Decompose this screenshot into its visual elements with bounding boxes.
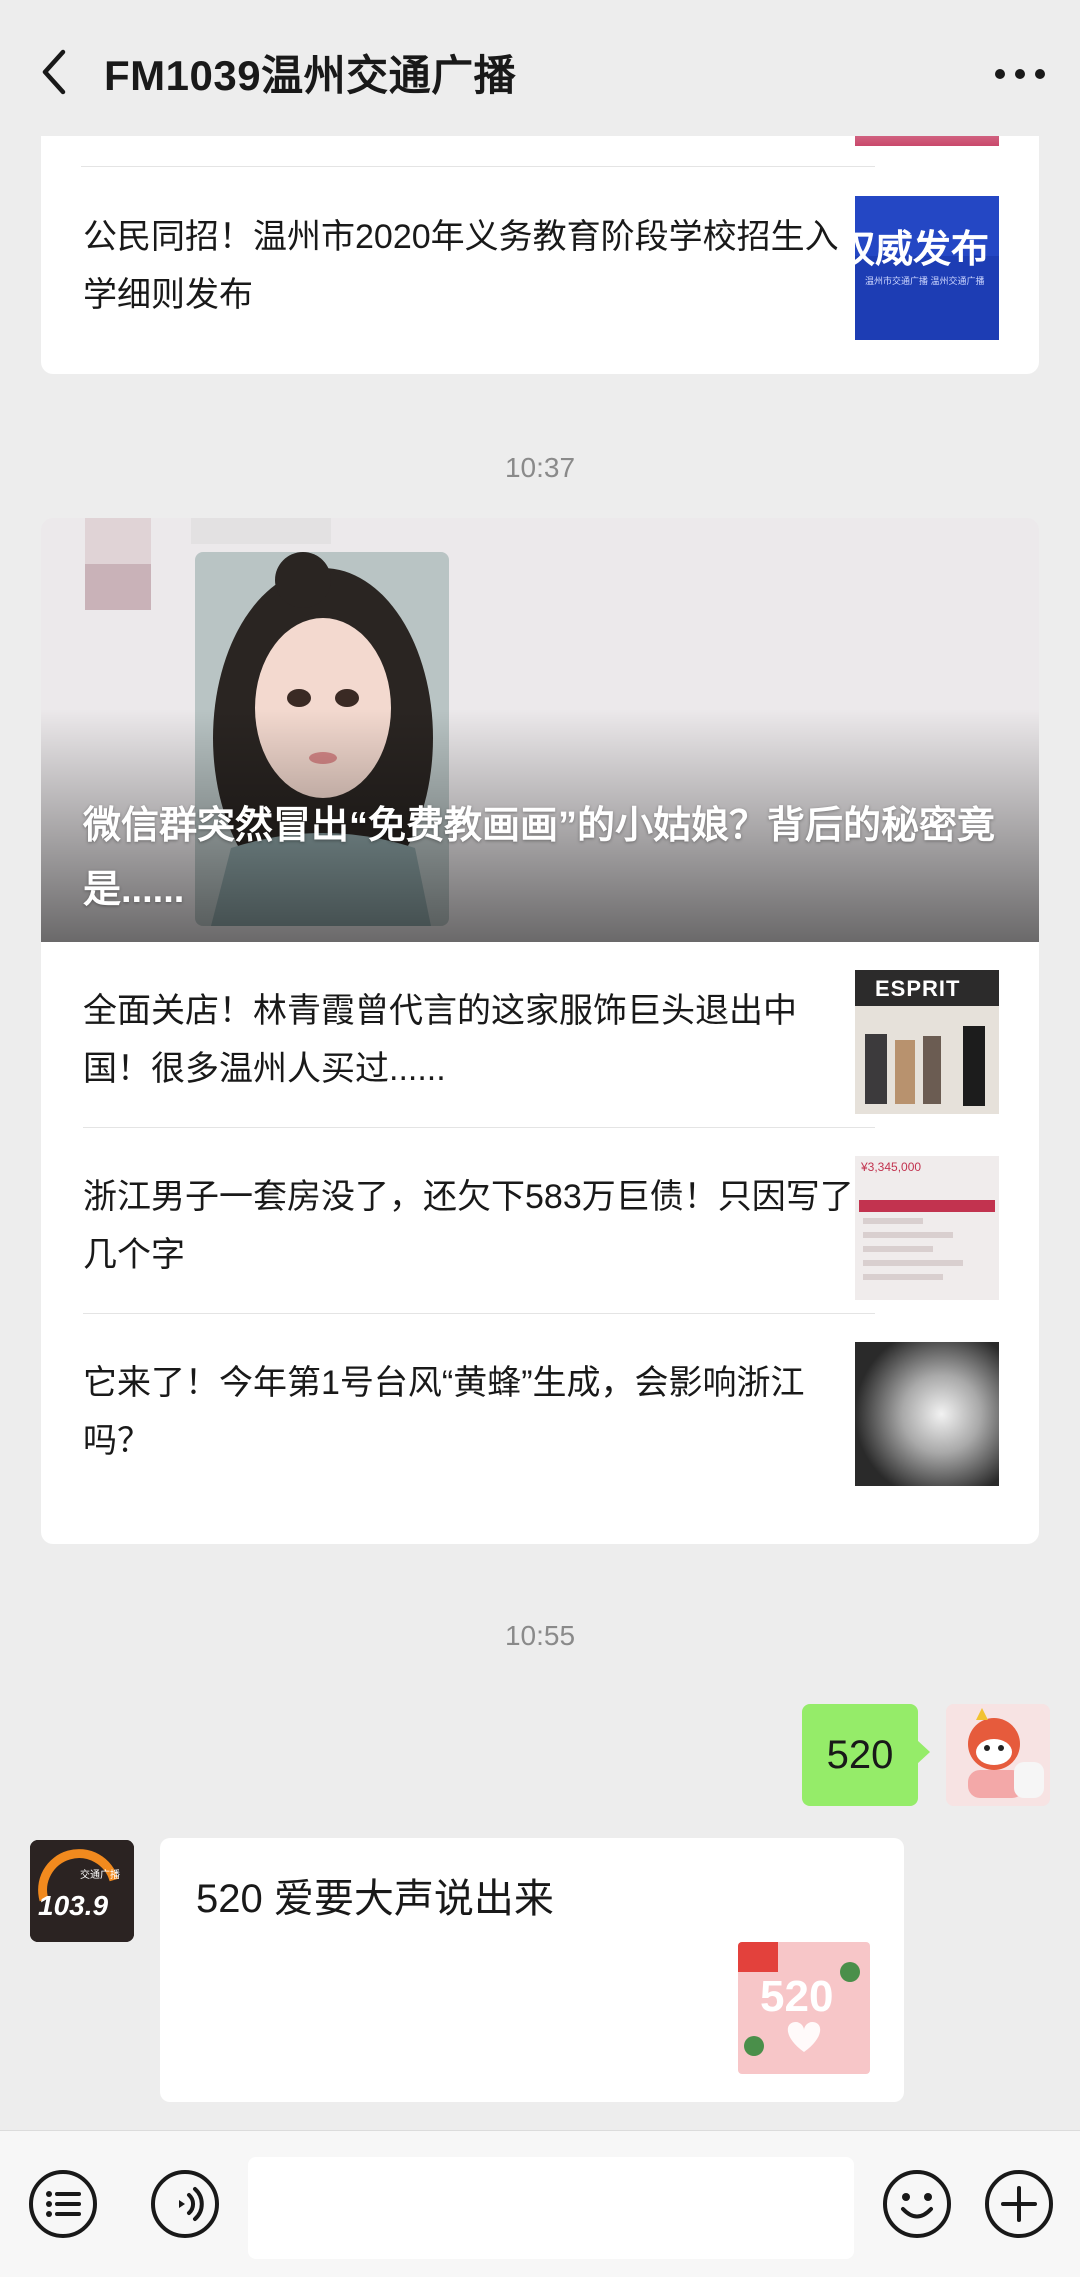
thumbnail-caption: 权威发布: [855, 229, 990, 271]
article-title: 全面关店！林青霞曾代言的这家服饰巨头退出中国！很多温州人买过......: [83, 992, 797, 1088]
more-horizontal-icon: [995, 69, 1045, 79]
back-button[interactable]: [26, 40, 82, 104]
sent-message-bubble[interactable]: 520: [802, 1704, 930, 1806]
message-thumbnail: 520: [738, 1942, 870, 2074]
received-message-text: 520 爱要大声说出来: [196, 1877, 554, 1921]
chat-title: FM1039温州交通广播: [104, 52, 517, 99]
voice-icon: [151, 2170, 219, 2238]
chat-header: FM1039温州交通广播: [0, 0, 1080, 136]
article-thumbnail: ¥3,345,000: [855, 1156, 999, 1300]
official-account-avatar[interactable]: 103.9 交通广播: [30, 1840, 134, 1942]
article-item[interactable]: 浙江男子一套房没了，还欠下583万巨债！只因写了几个字 ¥3,345,000: [41, 1128, 1039, 1314]
emoji-button[interactable]: [880, 2167, 954, 2241]
thumbnail-caption: 520: [760, 1972, 834, 2021]
cover-article[interactable]: 微信群突然冒出“免费教画画”的小姑娘？背后的秘密竟是......: [41, 518, 1039, 942]
emoji-icon: [883, 2170, 951, 2238]
article-thumbnail: [855, 1342, 999, 1486]
chat-input-bar: [0, 2130, 1080, 2277]
menu-list-icon: [29, 2170, 97, 2238]
article-title: 浙江男子一套房没了，还欠下583万巨债！只因写了几个字: [83, 1178, 854, 1274]
timestamp: 10:37: [504, 452, 576, 483]
plus-button[interactable]: [982, 2167, 1056, 2241]
article-item[interactable]: 全面关店！林青霞曾代言的这家服饰巨头退出中国！很多温州人买过...... ESP…: [41, 942, 1039, 1128]
user-avatar[interactable]: [946, 1704, 1050, 1806]
article-thumbnail: 权威发布 温州市交通广播 温州交通广播: [855, 196, 999, 340]
divider: [81, 166, 875, 167]
voice-button[interactable]: [148, 2167, 222, 2241]
received-message-card[interactable]: 520 爱要大声说出来 520: [160, 1838, 904, 2102]
article-item[interactable]: 公民同招！温州市2020年义务教育阶段学校招生入学细则发布 权威发布 温州市交通…: [41, 168, 1039, 354]
cover-title: 微信群突然冒出“免费教画画”的小姑娘？背后的秘密竟是......: [83, 805, 996, 911]
plus-icon: [985, 2170, 1053, 2238]
article-thumbnail: ESPRIT: [855, 970, 999, 1114]
thumbnail-caption: ¥3,345,000: [861, 1160, 922, 1174]
menu-button[interactable]: [26, 2167, 100, 2241]
avatar-frequency-text: 103.9: [38, 1890, 109, 1921]
avatar-subtext: 交通广播: [80, 1870, 120, 1881]
article-title: 公民同招！温州市2020年义务教育阶段学校招生入学细则发布: [83, 218, 839, 314]
more-button[interactable]: [988, 46, 1052, 102]
article-card: 微信群突然冒出“免费教画画”的小姑娘？背后的秘密竟是...... 全面关店！林青…: [41, 518, 1039, 1544]
article-item[interactable]: 它来了！今年第1号台风“黄蜂”生成，会影响浙江吗？: [41, 1314, 1039, 1500]
thumbnail-caption: ESPRIT: [875, 976, 961, 1001]
thumbnail-subcaption: 温州市交通广播 温州交通广播: [865, 276, 985, 286]
chevron-left-icon: [42, 49, 66, 95]
timestamp: 10:55: [504, 1620, 576, 1651]
message-input[interactable]: [248, 2157, 854, 2259]
article-title: 它来了！今年第1号台风“黄蜂”生成，会影响浙江吗？: [83, 1364, 805, 1460]
